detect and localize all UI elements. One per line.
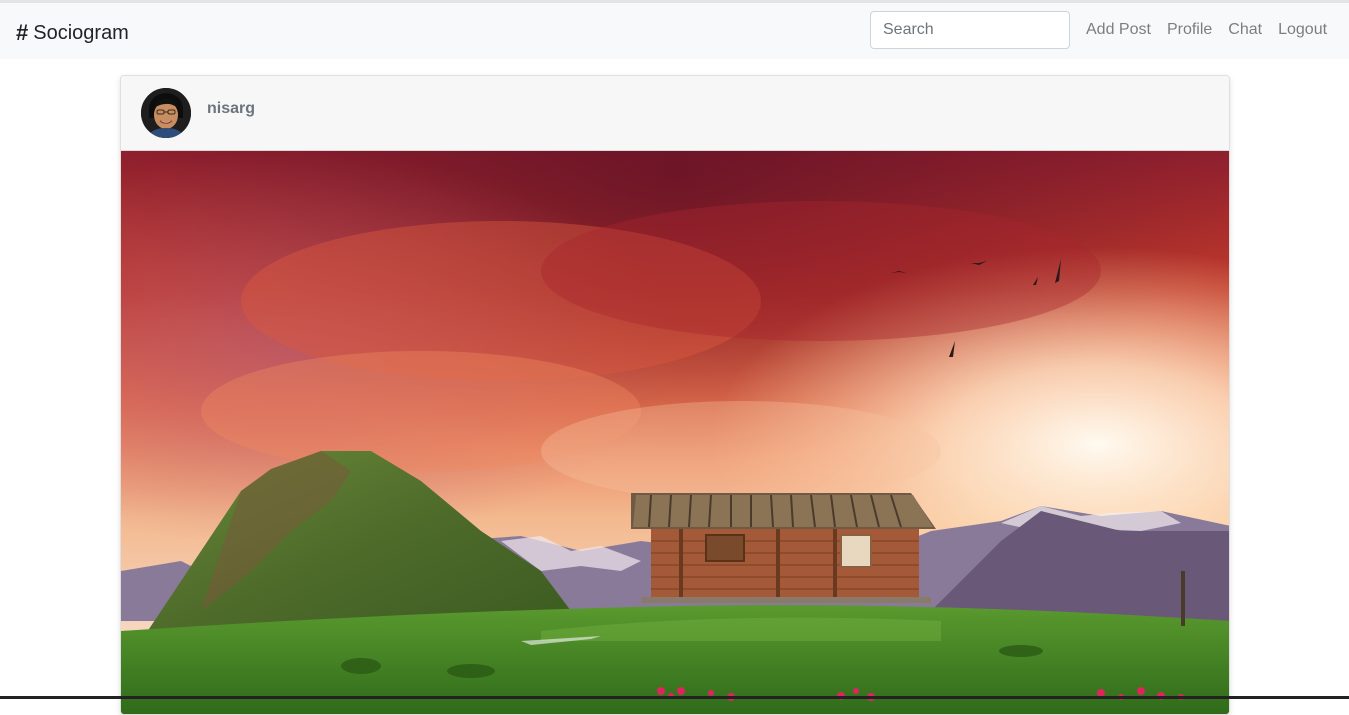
avatar[interactable] <box>141 88 191 138</box>
post-image[interactable] <box>121 151 1229 714</box>
nav-links: Add Post Profile Chat Logout <box>1078 11 1335 49</box>
brand-name: Sociogram <box>33 21 129 44</box>
avatar-photo <box>141 88 191 138</box>
nav-link-logout[interactable]: Logout <box>1270 21 1335 39</box>
hash-icon: # <box>16 20 29 45</box>
nav-link-profile[interactable]: Profile <box>1159 21 1220 39</box>
search-input[interactable] <box>870 11 1070 49</box>
post-header: nisarg <box>121 76 1229 151</box>
post-username[interactable]: nisarg <box>207 100 255 118</box>
nav-link-add-post[interactable]: Add Post <box>1078 21 1159 39</box>
brand-link[interactable]: # Sociogram <box>16 19 129 47</box>
post-card: nisarg <box>120 75 1230 715</box>
nav-link-chat[interactable]: Chat <box>1220 21 1270 39</box>
navbar: # Sociogram Add Post Profile Chat Logout <box>0 3 1349 59</box>
landscape-photo <box>121 151 1229 714</box>
